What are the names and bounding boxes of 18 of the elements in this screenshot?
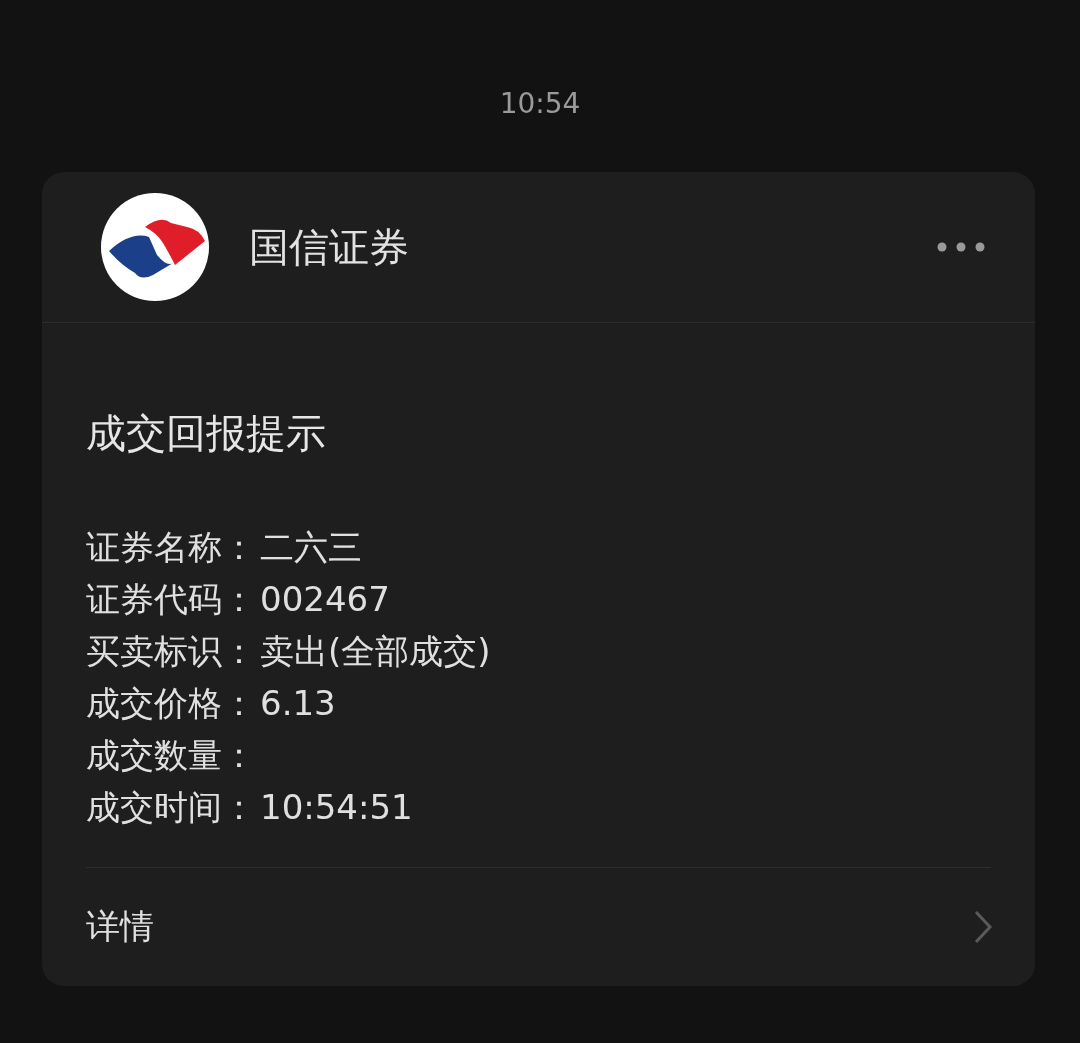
field-label: 证券代码： xyxy=(86,578,256,621)
field-value: 6.13 xyxy=(260,682,336,725)
field-label: 成交价格： xyxy=(86,682,256,725)
field-value: 002467 xyxy=(260,578,390,621)
notification-title: 成交回报提示 xyxy=(86,409,327,458)
app-name: 国信证券 xyxy=(249,222,410,272)
notification-time: 10:54 xyxy=(499,86,581,122)
field-value: 二六三 xyxy=(260,526,362,569)
field-label: 买卖标识： xyxy=(86,630,256,673)
field-label: 成交数量： xyxy=(86,734,256,777)
more-icon[interactable] xyxy=(937,242,985,252)
field-value: 10:54:51 xyxy=(260,786,413,829)
field-value: 卖出(全部成交) xyxy=(260,630,491,673)
chevron-right-icon[interactable] xyxy=(973,909,993,945)
field-label: 成交时间： xyxy=(86,786,256,829)
details-link[interactable]: 详情 xyxy=(86,904,154,950)
field-label: 证券名称： xyxy=(86,526,256,569)
app-logo-icon xyxy=(101,193,209,301)
